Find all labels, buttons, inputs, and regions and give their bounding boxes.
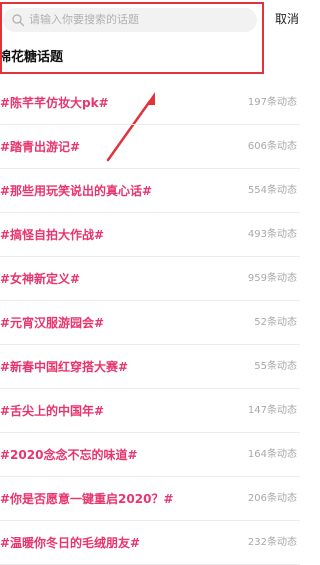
topic-row[interactable]: #踏青出游记# 606条动态 <box>0 125 300 169</box>
topic-row[interactable]: #新春中国红穿搭大赛# 55条动态 <box>0 345 300 389</box>
topic-name: #搞怪自拍大作战# <box>0 228 105 242</box>
topic-count: 554条动态 <box>247 185 297 196</box>
topic-name: #踏青出游记# <box>0 140 81 154</box>
topic-name: #新春中国红穿搭大赛# <box>0 360 129 374</box>
search-header: 请输入你要搜索的话题 取消 棉花糖话题 <box>0 0 300 84</box>
cancel-button[interactable]: 取消 <box>275 10 299 28</box>
topic-row[interactable]: #女神新定义# 959条动态 <box>0 257 300 301</box>
topic-name: #陈芊芊仿妆大pk# <box>0 96 109 110</box>
topic-count: 197条动态 <box>247 97 297 108</box>
topic-name: #舌尖上的中国年# <box>0 404 105 418</box>
topic-row[interactable]: #元宵汉服游园会# 52条动态 <box>0 301 300 345</box>
topic-count: 959条动态 <box>247 273 297 284</box>
topic-row[interactable]: #2020念念不忘的味道# 164条动态 <box>0 433 300 477</box>
search-icon <box>12 14 25 27</box>
section-title: 棉花糖话题 <box>0 50 64 65</box>
topic-row[interactable]: #陈芊芊仿妆大pk# 197条动态 <box>0 81 300 125</box>
topic-name: #那些用玩笑说出的真心话# <box>0 184 153 198</box>
topic-count: 606条动态 <box>247 141 297 152</box>
topic-count: 55条动态 <box>254 361 297 372</box>
topic-row[interactable]: #搞怪自拍大作战# 493条动态 <box>0 213 300 257</box>
topic-count: 52条动态 <box>254 317 297 328</box>
topic-name: #元宵汉服游园会# <box>0 316 105 330</box>
topic-count: 206条动态 <box>247 493 297 504</box>
topic-count: 232条动态 <box>247 537 297 548</box>
topic-list: #陈芊芊仿妆大pk# 197条动态 #踏青出游记# 606条动态 #那些用玩笑说… <box>0 81 300 565</box>
topic-row[interactable]: #那些用玩笑说出的真心话# 554条动态 <box>0 169 300 213</box>
topic-count: 147条动态 <box>247 405 297 416</box>
topic-count: 493条动态 <box>247 229 297 240</box>
search-input[interactable]: 请输入你要搜索的话题 <box>3 8 257 32</box>
topic-name: #女神新定义# <box>0 272 81 286</box>
topic-row[interactable]: #温暖你冬日的毛绒朋友# 232条动态 <box>0 521 300 565</box>
topic-count: 164条动态 <box>247 449 297 460</box>
topic-name: #2020念念不忘的味道# <box>0 448 138 462</box>
topic-name: #温暖你冬日的毛绒朋友# <box>0 536 141 550</box>
topic-row[interactable]: #你是否愿意一键重启2020？# 206条动态 <box>0 477 300 521</box>
topic-row[interactable]: #舌尖上的中国年# 147条动态 <box>0 389 300 433</box>
search-placeholder: 请输入你要搜索的话题 <box>29 13 139 26</box>
topic-name: #你是否愿意一键重启2020？# <box>0 492 174 506</box>
